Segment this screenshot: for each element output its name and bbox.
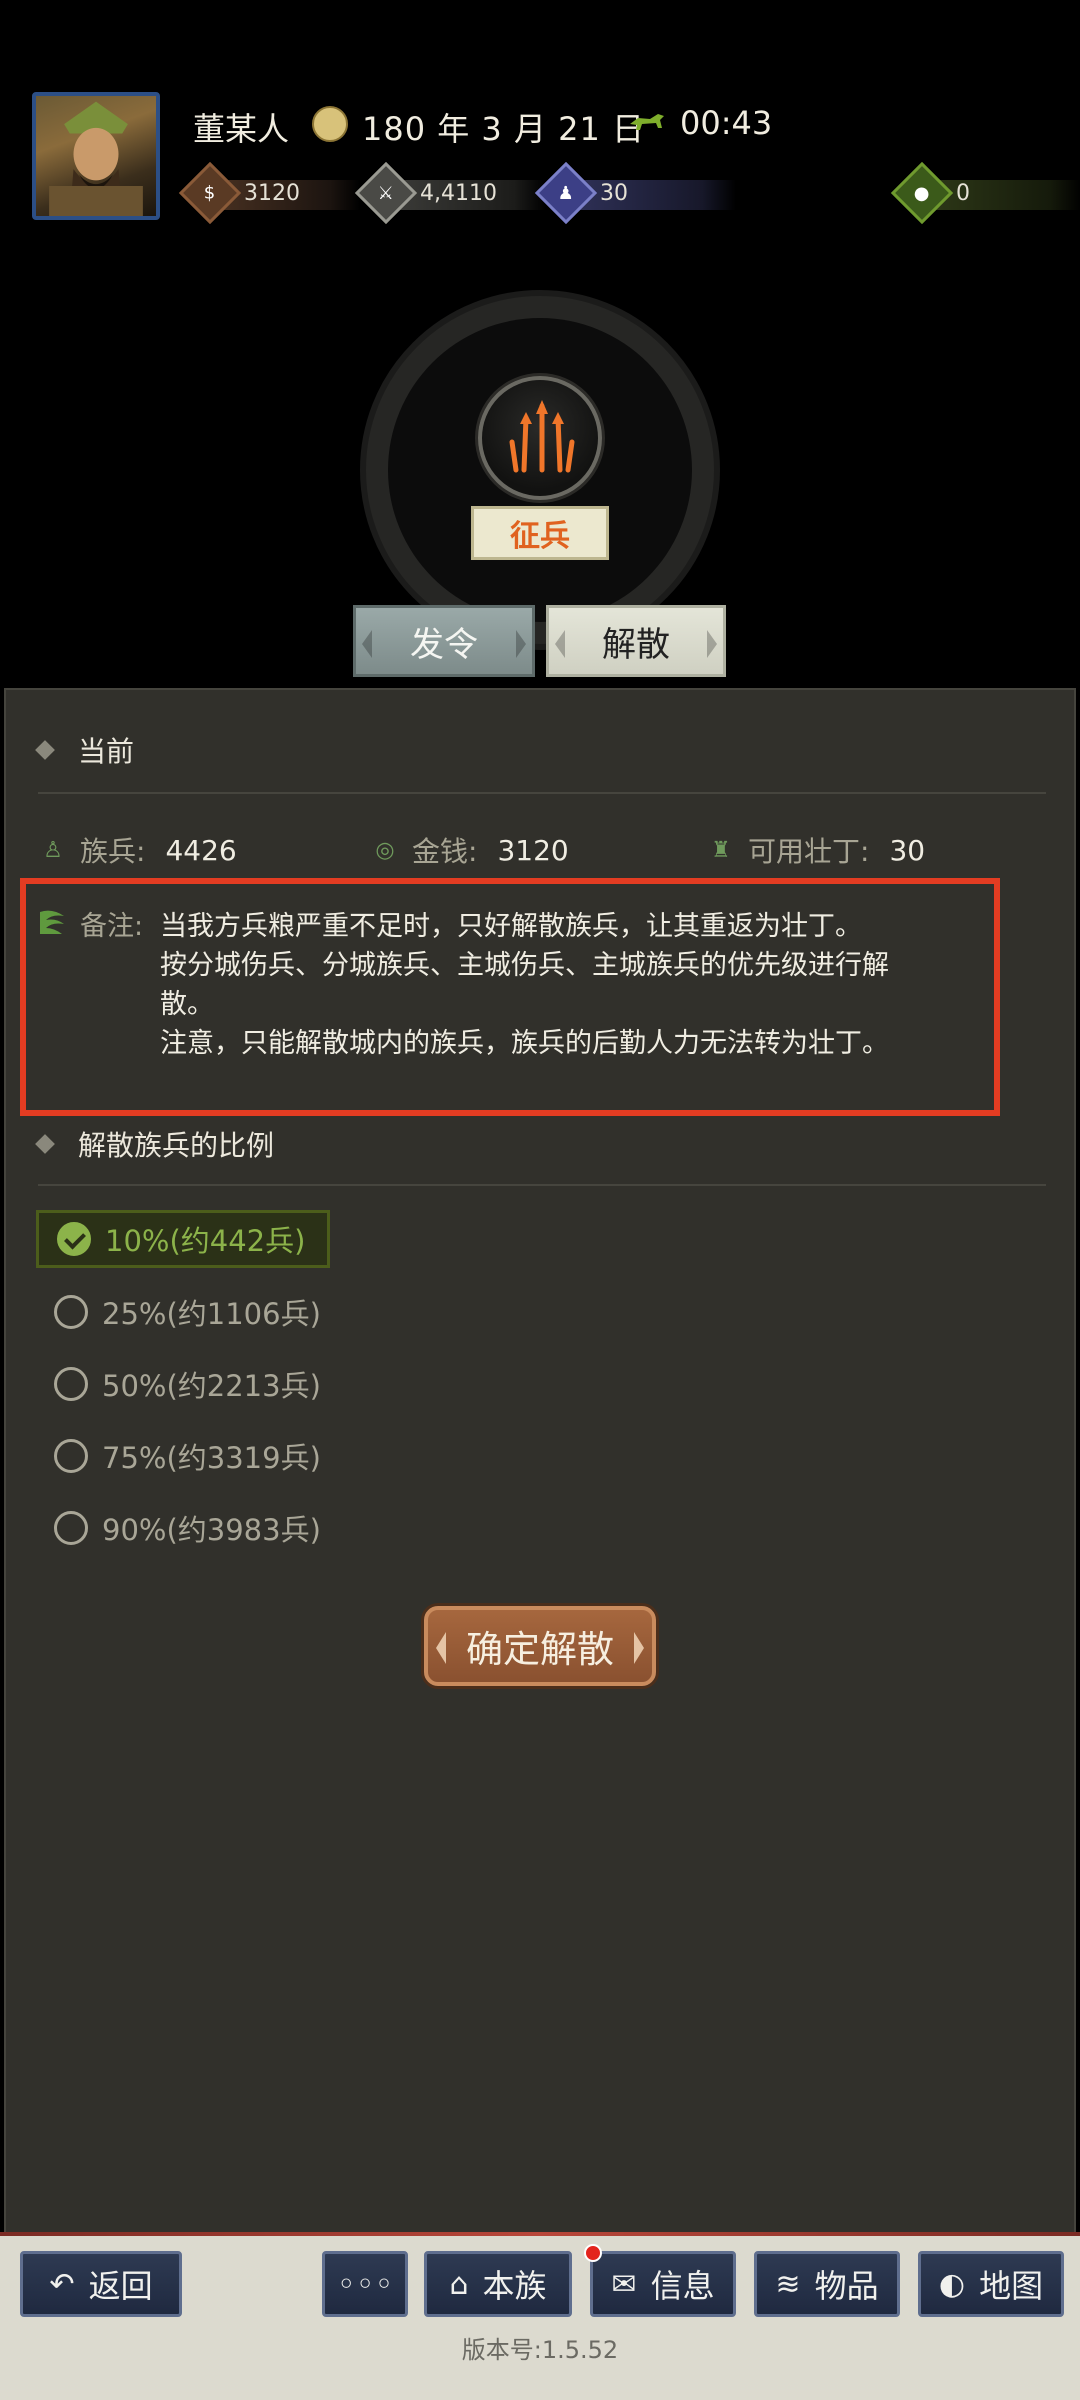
coin-icon: $ [178,161,242,225]
ratio-option-75[interactable]: 75%(约3319兵) [36,1427,321,1485]
chat-bubble-icon: ✉ [611,2266,637,2302]
home-icon: ⌂ [449,2266,469,2302]
globe-icon: ◐ [938,2266,966,2302]
back-arrow-icon: ↶ [49,2266,75,2302]
notification-dot [584,2244,602,2262]
diamond-bullet-icon [35,1134,55,1154]
bag-value: 0 [956,180,970,206]
info-label: 信息 [650,2267,715,2305]
ratio-option-label: 90%(约3983兵) [102,1513,321,1547]
back-label: 返回 [88,2267,153,2305]
ratio-option-label: 75%(约3319兵) [102,1441,321,1475]
more-button[interactable]: ◦◦◦ [322,2251,408,2317]
checked-radio-icon [57,1222,91,1256]
calendar-icon [312,106,348,142]
ratio-option-10[interactable]: 10%(约442兵) [36,1210,330,1268]
player-avatar[interactable] [32,92,160,220]
more-dots-icon: ◦◦◦ [336,2265,394,2303]
strongman-icon: ♜ [711,837,731,863]
items-button[interactable]: ≋ 物品 [754,2251,900,2317]
money-value: 3120 [497,833,569,867]
current-section-title: 当前 [35,730,135,770]
clan-label: 本族 [482,2267,547,2305]
radio-icon [54,1511,88,1545]
divider [38,1184,1046,1186]
money-bag-icon: ● [890,161,954,225]
radio-icon [54,1367,88,1401]
clan-troops-label: 族兵: [80,835,146,868]
scroll-icon: ≋ [775,2266,801,2302]
manpower-value: 30 [600,180,628,206]
bag-resource[interactable]: ● 0 [890,161,1080,225]
clan-troops-value: 4426 [165,833,237,867]
ratio-option-25[interactable]: 25%(约1106兵) [36,1283,321,1341]
gold-value: 3120 [244,180,300,206]
radio-icon [54,1439,88,1473]
diamond-bullet-icon [35,740,55,760]
game-date: 180 年 3 月 21 日 [362,110,646,148]
ratio-option-50[interactable]: 50%(约2213兵) [36,1355,321,1413]
note-line: 按分城伤兵、分城族兵、主城伤兵、主城族兵的优先级进行解 [160,950,889,981]
confirm-disband-button[interactable]: 确定解散 [424,1606,656,1686]
note-line: 散。 [160,989,214,1020]
manpower-label: 可用壮丁: [748,835,870,868]
ratio-title-text: 解散族兵的比例 [78,1129,275,1162]
manpower-value: 30 [889,833,926,867]
tab-order[interactable]: 发令 [353,605,535,677]
map-label: 地图 [979,2267,1044,2305]
ratio-option-label: 10%(约442兵) [105,1224,306,1258]
clan-button[interactable]: ⌂ 本族 [424,2251,572,2317]
game-time: 00:43 [680,104,773,142]
spear-icon [478,376,602,500]
strongman-icon: ♟ [534,161,598,225]
clan-troops-stat: ♙ 族兵: 4426 [40,830,237,870]
current-title-text: 当前 [78,735,135,768]
gold-resource[interactable]: $ 3120 [178,161,360,225]
version-text: 版本号:1.5.52 [461,2336,619,2364]
back-button[interactable]: ↶ 返回 [20,2251,182,2317]
map-button[interactable]: ◐ 地图 [918,2251,1064,2317]
soldier-icon: ♙ [43,837,63,863]
ratio-section-title: 解散族兵的比例 [35,1124,275,1164]
note-label: 备注: [80,911,144,942]
info-button[interactable]: ✉ 信息 [590,2251,736,2317]
items-label: 物品 [814,2267,879,2305]
money-stat: ◎ 金钱: 3120 [372,830,569,870]
leaf-note-icon [40,910,64,934]
top-status-bar: 董某人 180 年 3 月 21 日 00:43 $ 3120 ⚔ 4,4110… [0,0,1080,230]
note-line: 注意，只能解散城内的族兵，族兵的后勤人力无法转为壮丁。 [160,1028,889,1059]
ratio-option-90[interactable]: 90%(约3983兵) [36,1499,321,1557]
troops-value: 4,4110 [420,180,497,206]
troops-resource[interactable]: ⚔ 4,4110 [354,161,546,225]
coin-icon: ◎ [375,837,395,863]
note-line: 当我方兵粮严重不足时，只好解散族兵，让其重返为壮丁。 [160,911,862,942]
manpower-stat: ♜ 可用壮丁: 30 [708,830,925,870]
horse-icon [630,114,664,130]
troops-icon: ⚔ [354,161,418,225]
ratio-option-label: 50%(约2213兵) [102,1369,321,1403]
tab-disband[interactable]: 解散 [546,605,726,677]
money-label: 金钱: [412,835,478,868]
radio-icon [54,1295,88,1329]
ratio-option-label: 25%(约1106兵) [102,1297,321,1331]
player-name: 董某人 [193,110,290,148]
divider [38,792,1046,794]
manpower-resource[interactable]: ♟ 30 [534,161,736,225]
conscription-label[interactable]: 征兵 [471,506,609,560]
